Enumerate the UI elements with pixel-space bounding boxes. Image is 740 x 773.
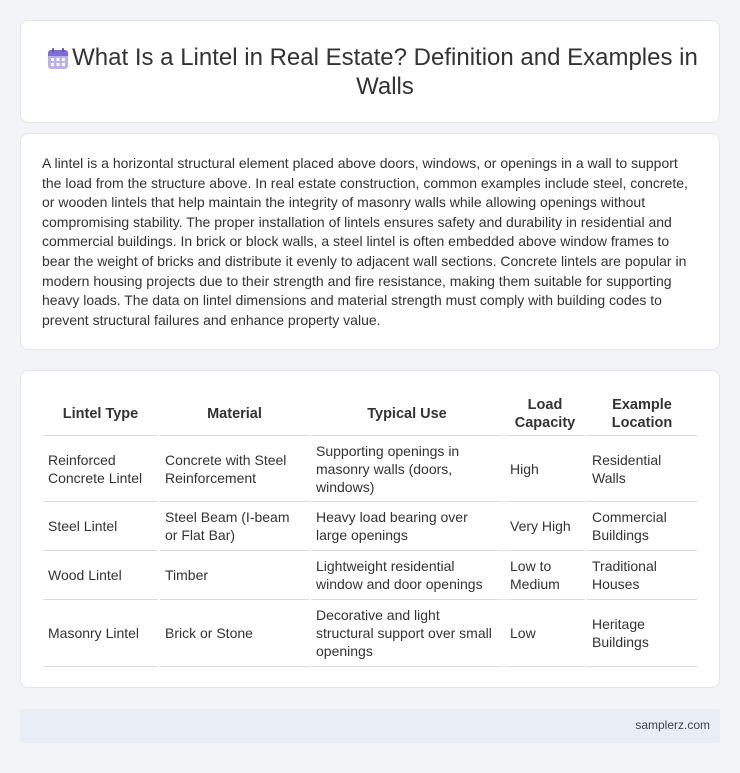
page-title: What Is a Lintel in Real Estate? Definit… bbox=[72, 44, 698, 100]
table-row: Wood Lintel Timber Lightweight residenti… bbox=[43, 550, 697, 600]
table-cell: Very High bbox=[503, 501, 586, 551]
table-cell: Brick or Stone bbox=[158, 599, 310, 667]
table-cell: Lightweight residential window and door … bbox=[309, 550, 504, 600]
table-cell: Concrete with Steel Reinforcement bbox=[158, 435, 310, 502]
column-header: Material bbox=[158, 393, 310, 436]
table-cell: Reinforced Concrete Lintel bbox=[43, 435, 159, 502]
table-cell: Residential Walls bbox=[585, 435, 697, 502]
table-cell: Timber bbox=[158, 550, 310, 600]
description-text: A lintel is a horizontal structural elem… bbox=[42, 155, 688, 328]
table-cell: Supporting openings in masonry walls (do… bbox=[309, 435, 504, 502]
table-cell: Steel Lintel bbox=[43, 501, 159, 551]
table-row: Masonry Lintel Brick or Stone Decorative… bbox=[43, 599, 697, 667]
table-cell: Masonry Lintel bbox=[43, 599, 159, 667]
table-card: Lintel Type Material Typical Use Load Ca… bbox=[20, 370, 720, 688]
table-row: Reinforced Concrete Lintel Concrete with… bbox=[43, 435, 697, 502]
table-cell: Heritage Buildings bbox=[585, 599, 697, 667]
column-header: Lintel Type bbox=[43, 393, 159, 436]
table-cell: Commercial Buildings bbox=[585, 501, 697, 551]
description-card: A lintel is a horizontal structural elem… bbox=[20, 133, 720, 350]
table-header-row: Lintel Type Material Typical Use Load Ca… bbox=[43, 393, 697, 436]
title-card: What Is a Lintel in Real Estate? Definit… bbox=[20, 20, 720, 123]
lintel-table: Lintel Type Material Typical Use Load Ca… bbox=[43, 393, 697, 667]
column-header: Example Location bbox=[585, 393, 697, 436]
table-cell: High bbox=[503, 435, 586, 502]
table-cell: Low bbox=[503, 599, 586, 667]
table-row: Steel Lintel Steel Beam (I-beam or Flat … bbox=[43, 501, 697, 551]
table-cell: Heavy load bearing over large openings bbox=[309, 501, 504, 551]
table-cell: Steel Beam (I-beam or Flat Bar) bbox=[158, 501, 310, 551]
table-cell: Low to Medium bbox=[503, 550, 586, 600]
footer-bar: samplerz.com bbox=[20, 709, 720, 743]
table-cell: Traditional Houses bbox=[585, 550, 697, 600]
column-header: Load Capacity bbox=[503, 393, 586, 436]
column-header: Typical Use bbox=[309, 393, 504, 436]
footer-site-link[interactable]: samplerz.com bbox=[635, 718, 710, 732]
table-cell: Decorative and light structural support … bbox=[309, 599, 504, 667]
table-cell: Wood Lintel bbox=[43, 550, 159, 600]
